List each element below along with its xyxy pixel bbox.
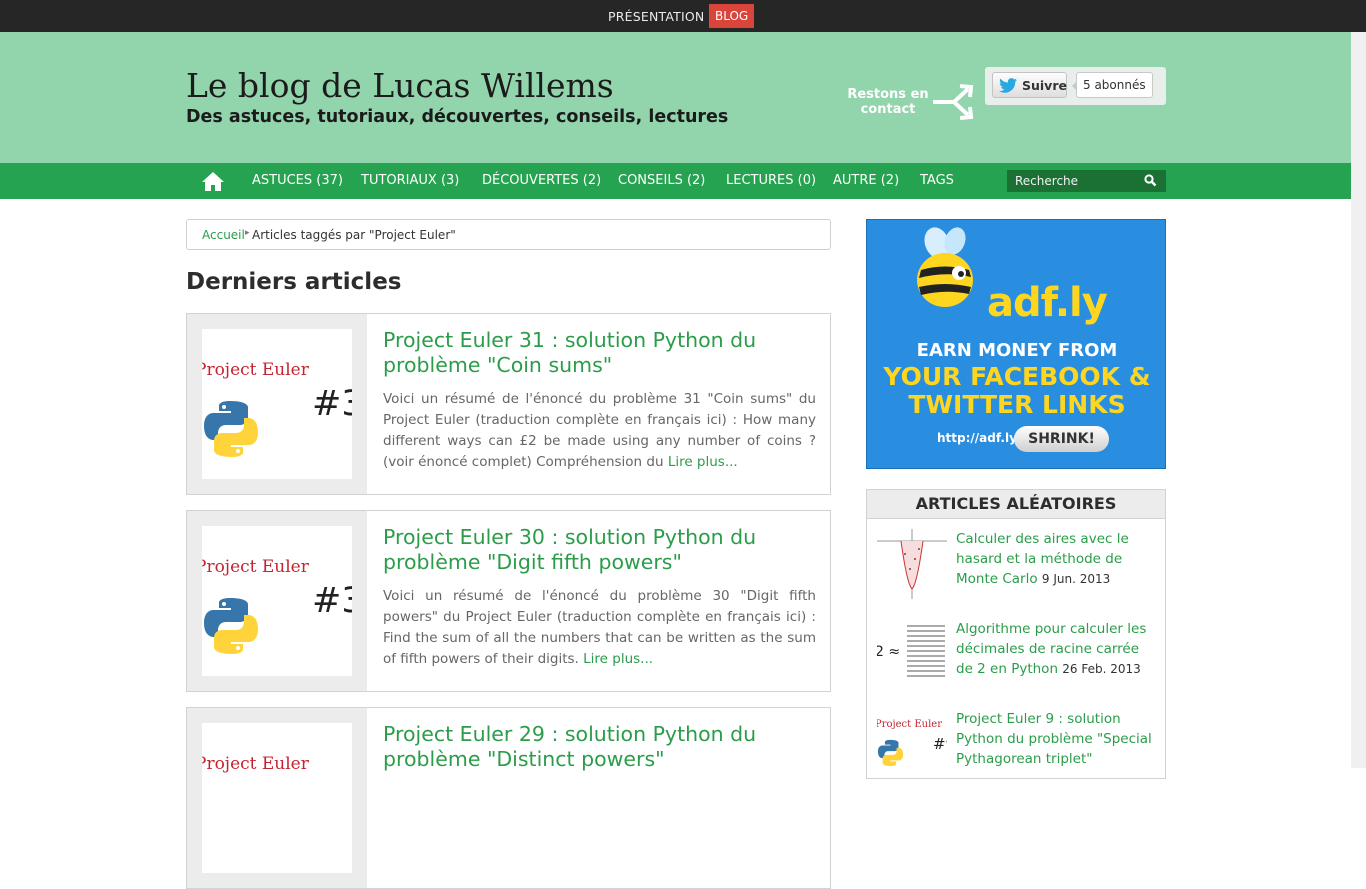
random-article-item[interactable]: 2 ≈ Algorithme pour calculer les décimal…	[877, 619, 1157, 699]
post-thumbnail[interactable]: Project Euler #3	[202, 329, 352, 479]
random-article-item[interactable]: Project Euler #9 Project Euler 9 : solut…	[877, 709, 1157, 778]
random-article-title[interactable]: Project Euler 9 : solution Python du pro…	[956, 711, 1152, 767]
post-thumbnail[interactable]: Project Euler	[202, 723, 352, 873]
post-thumb-frame: Project Euler #3	[187, 511, 367, 691]
random-article-thumbnail[interactable]: Project Euler #9	[877, 709, 947, 778]
nav-blog[interactable]: BLOG	[709, 4, 755, 28]
post-card: Project Euler #3 Project Euler 31 : solu…	[186, 313, 831, 495]
ad-brand: adf.ly	[987, 280, 1108, 326]
post-title[interactable]: Project Euler 31 : solution Python du pr…	[383, 328, 813, 378]
twitter-follow-button[interactable]: Suivre	[992, 72, 1067, 98]
random-article-thumbnail[interactable]: 2 ≈	[877, 619, 947, 689]
split-arrow-icon	[933, 84, 974, 120]
post-thumb-frame: Project Euler #3	[187, 314, 367, 494]
site-header: Le blog de Lucas Willems Des astuces, tu…	[0, 32, 1366, 163]
follow-label: Suivre	[1022, 78, 1067, 93]
bee-icon	[917, 227, 973, 307]
nav-item-decouvertes[interactable]: DÉCOUVERTES (2)	[482, 173, 601, 188]
main-nav: ASTUCES (37) TUTORIAUX (3) DÉCOUVERTES (…	[0, 163, 1366, 199]
read-more-link[interactable]: Lire plus...	[583, 651, 653, 667]
read-more-link[interactable]: Lire plus...	[668, 454, 738, 470]
followers-count[interactable]: 5 abonnés	[1072, 72, 1153, 98]
python-logo-icon	[204, 401, 258, 457]
top-bar: PRÉSENTATION BLOG	[0, 0, 1366, 32]
nav-item-tutoriaux[interactable]: TUTORIAUX (3)	[361, 173, 459, 188]
thumb-label: Project Euler	[202, 360, 309, 380]
decimals-pattern-icon	[907, 625, 945, 677]
site-subtitle: Des astuces, tutoriaux, découvertes, con…	[186, 107, 729, 127]
random-article-text: Calculer des aires avec le hasard et la …	[956, 529, 1156, 589]
nav-item-astuces[interactable]: ASTUCES (37)	[252, 173, 343, 188]
random-article-date: 26 Feb. 2013	[1062, 662, 1141, 676]
random-article-thumbnail[interactable]	[877, 529, 947, 599]
random-article-item[interactable]: Calculer des aires avec le hasard et la …	[877, 529, 1157, 609]
nav-presentation[interactable]: PRÉSENTATION	[608, 9, 704, 24]
site-title[interactable]: Le blog de Lucas Willems	[186, 66, 614, 105]
nav-item-conseils[interactable]: CONSEILS (2)	[618, 173, 705, 188]
nav-item-tags[interactable]: TAGS	[920, 173, 954, 188]
post-card: Project Euler #3 Project Euler 30 : solu…	[186, 510, 831, 692]
section-title: Derniers articles	[186, 269, 402, 295]
breadcrumb-home[interactable]: Accueil	[202, 228, 245, 242]
thumb-label: Project Euler	[202, 754, 309, 774]
ad-shrink-button[interactable]: SHRINK!	[1014, 426, 1109, 452]
contact-text: Restons en contact	[847, 87, 929, 117]
ad-line-2: YOUR FACEBOOK &	[883, 362, 1151, 391]
random-article-thumb-text: 2 ≈	[877, 644, 901, 660]
post-thumb-frame: Project Euler	[187, 708, 367, 888]
home-icon[interactable]	[201, 171, 225, 192]
monte-carlo-graph-icon	[877, 529, 947, 599]
adfly-banner[interactable]: adf.ly EARN MONEY FROM YOUR FACEBOOK & T…	[866, 219, 1166, 469]
random-article-thumb-label: Project Euler	[877, 719, 942, 730]
random-article-text: Project Euler 9 : solution Python du pro…	[956, 709, 1156, 769]
python-logo-icon	[877, 739, 904, 767]
twitter-bird-icon	[999, 78, 1017, 93]
post-excerpt: Voici un résumé de l'énoncé du problème …	[383, 389, 816, 473]
ad-line-1: EARN MONEY FROM	[916, 340, 1118, 361]
random-articles-title: ARTICLES ALÉATOIRES	[867, 490, 1165, 519]
nav-item-lectures[interactable]: LECTURES (0)	[726, 173, 816, 188]
breadcrumb: Accueil ▸ Articles taggés par "Project E…	[186, 219, 831, 250]
post-excerpt: Voici un résumé de l'énoncé du problème …	[383, 586, 816, 670]
post-thumbnail[interactable]: Project Euler #3	[202, 526, 352, 676]
search-placeholder: Recherche	[1015, 174, 1079, 188]
thumb-number: #3	[312, 581, 352, 621]
ad-line-3: TWITTER LINKS	[908, 390, 1126, 419]
post-excerpt-text: Voici un résumé de l'énoncé du problème …	[383, 391, 816, 470]
breadcrumb-current: Articles taggés par "Project Euler"	[252, 228, 456, 242]
ad-url: http://adf.ly	[937, 431, 1017, 445]
random-article-date: 9 Jun. 2013	[1041, 572, 1111, 586]
python-logo-icon	[204, 598, 258, 654]
random-article-thumb-text: #9	[933, 735, 947, 753]
nav-item-autre[interactable]: AUTRE (2)	[833, 173, 899, 188]
post-card: Project Euler Project Euler 29 : solutio…	[186, 707, 831, 889]
post-title[interactable]: Project Euler 30 : solution Python du pr…	[383, 525, 813, 575]
thumb-number: #3	[312, 384, 352, 424]
thumb-label: Project Euler	[202, 557, 309, 577]
search-icon[interactable]	[1144, 174, 1157, 187]
random-article-text: Algorithme pour calculer les décimales d…	[956, 619, 1156, 679]
random-articles-widget: ARTICLES ALÉATOIRES Calculer des aires a…	[866, 489, 1166, 779]
post-title[interactable]: Project Euler 29 : solution Python du pr…	[383, 722, 813, 772]
breadcrumb-separator-icon: ▸	[245, 228, 250, 238]
search-input[interactable]: Recherche	[1007, 170, 1166, 192]
twitter-follow-widget: Suivre 5 abonnés	[985, 67, 1166, 105]
page-scrollbar[interactable]	[1351, 32, 1366, 768]
